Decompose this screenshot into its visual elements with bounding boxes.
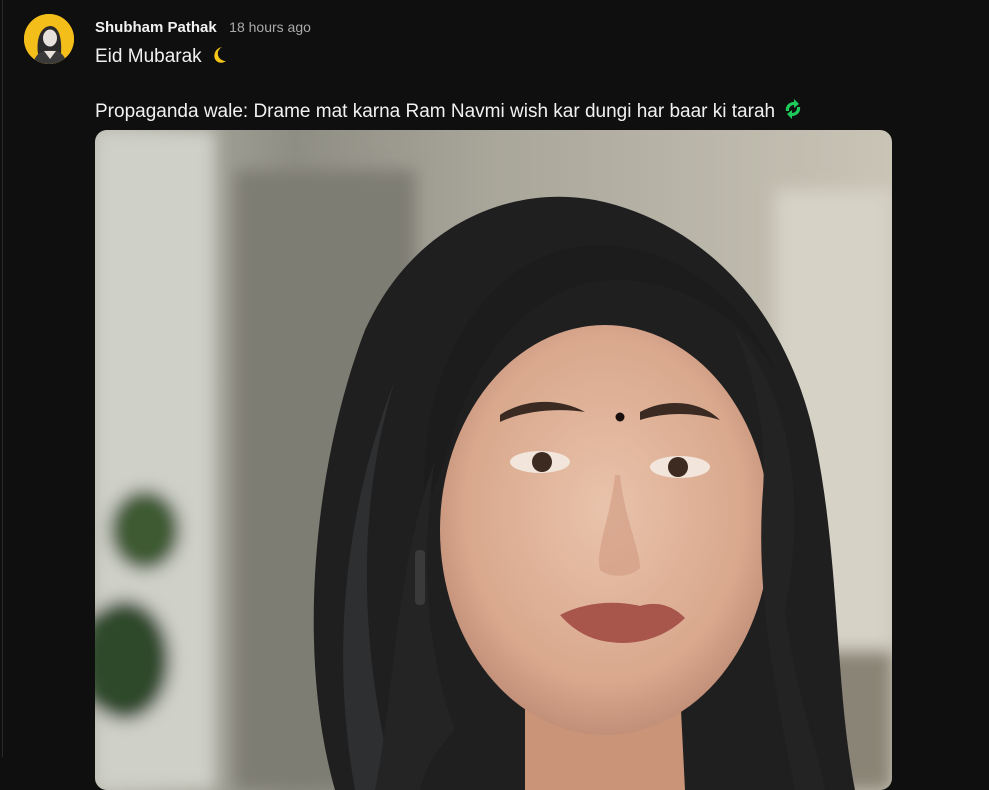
recycle-arrows-icon [782, 98, 804, 128]
community-post-frame: Shubham Pathak 18 hours ago Eid Mubarak … [0, 0, 989, 790]
divider [2, 0, 3, 757]
post-text: Eid Mubarak [95, 46, 202, 67]
post-text-line: Propaganda wale: Drame mat karna Ram Nav… [95, 98, 804, 128]
avatar[interactable] [24, 14, 74, 64]
post-header: Shubham Pathak 18 hours ago [95, 17, 311, 37]
post-timestamp[interactable]: 18 hours ago [229, 19, 311, 35]
post-image[interactable] [95, 130, 892, 790]
post-text: Propaganda wale: Drame mat karna Ram Nav… [95, 101, 776, 122]
crescent-moon-icon [209, 45, 229, 73]
post-text-line: Eid Mubarak [95, 44, 229, 73]
author-name[interactable]: Shubham Pathak [95, 19, 217, 36]
portrait-photo [95, 130, 892, 790]
